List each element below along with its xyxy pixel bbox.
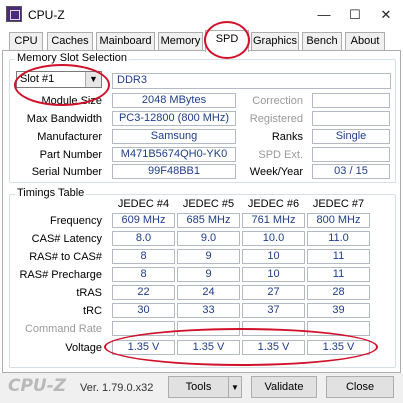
timings-cell [307, 321, 370, 336]
week-year-label: Week/Year [249, 166, 303, 178]
timings-cell: 33 [177, 303, 240, 318]
timings-cell: 800 MHz [307, 213, 370, 228]
manufacturer-value: Samsung [112, 129, 236, 144]
timings-cell: 11 [307, 267, 370, 282]
module-size-value: 2048 MBytes [112, 93, 236, 108]
tab-caches[interactable]: Caches [47, 32, 93, 51]
timings-cell: 11 [307, 249, 370, 264]
timings-cell: 8.0 [112, 231, 175, 246]
tab-graphics[interactable]: Graphics [251, 32, 299, 51]
timings-header-col: JEDEC #7 [312, 198, 365, 210]
timings-cell [177, 321, 240, 336]
memory-type-field: DDR3 [112, 73, 391, 89]
serial-number-label: Serial Number [31, 166, 102, 178]
timings-cell: 28 [307, 285, 370, 300]
tab-bar: CPU Caches Mainboard Memory SPD Graphics… [0, 30, 403, 52]
correction-value [312, 93, 390, 108]
timings-cell: 30 [112, 303, 175, 318]
max-bandwidth-value: PC3-12800 (800 MHz) [112, 111, 236, 126]
timings-cell: 24 [177, 285, 240, 300]
timings-row-label: RAS# to CAS# [29, 251, 102, 263]
part-number-label: Part Number [39, 149, 102, 161]
spd-ext-label: SPD Ext. [258, 149, 303, 161]
slot-select-value: Slot #1 [20, 73, 55, 85]
timings-row-label: RAS# Precharge [19, 269, 102, 281]
week-year-value: 03 / 15 [312, 164, 390, 179]
timings-header-col: JEDEC #4 [117, 198, 170, 210]
timings-cell: 609 MHz [112, 213, 175, 228]
tab-mainboard[interactable]: Mainboard [96, 32, 155, 51]
timings-header-col: JEDEC #5 [182, 198, 235, 210]
serial-number-value: 99F48BB1 [112, 164, 236, 179]
cpuz-brand-logo: CPU-Z [8, 376, 67, 396]
registered-label: Registered [249, 113, 303, 125]
window-title: CPU-Z [28, 8, 65, 22]
timings-row-label: tRC [83, 305, 102, 317]
timings-cell: 8 [112, 249, 175, 264]
tab-about[interactable]: About [345, 32, 385, 51]
spd-ext-value [312, 147, 390, 162]
timings-cell: 1.35 V [177, 340, 240, 355]
timings-table-title: Timings Table [15, 187, 87, 199]
timings-cell: 1.35 V [112, 340, 175, 355]
minimize-icon[interactable]: — [309, 6, 339, 24]
timings-cell [112, 321, 175, 336]
correction-label: Correction [252, 95, 303, 107]
timings-cell: 10.0 [242, 231, 305, 246]
timings-row-label: tRAS [76, 287, 102, 299]
timings-row-label: Command Rate [24, 323, 102, 335]
ranks-value: Single [312, 129, 390, 144]
timings-row-label: CAS# Latency [31, 233, 102, 245]
timings-cell: 22 [112, 285, 175, 300]
timings-cell: 8 [112, 267, 175, 282]
timings-cell: 10 [242, 249, 305, 264]
timings-cell: 685 MHz [177, 213, 240, 228]
version-label: Ver. 1.79.0.x32 [80, 382, 154, 394]
cpuz-app-icon [6, 6, 22, 22]
timings-cell: 9 [177, 249, 240, 264]
module-size-label: Module Size [41, 95, 102, 107]
tab-spd[interactable]: SPD [205, 30, 249, 52]
ranks-label: Ranks [271, 131, 303, 143]
tools-button[interactable]: Tools [168, 376, 228, 398]
timings-cell: 9.0 [177, 231, 240, 246]
manufacturer-label: Manufacturer [37, 131, 102, 143]
chevron-down-icon[interactable]: ▼ [85, 72, 101, 87]
close-icon[interactable]: ✕ [371, 6, 401, 24]
close-button[interactable]: Close [326, 376, 394, 398]
timings-cell: 37 [242, 303, 305, 318]
timings-row-label: Frequency [50, 215, 102, 227]
timings-cell: 11.0 [307, 231, 370, 246]
memory-slot-group-title: Memory Slot Selection [15, 52, 130, 64]
timings-cell: 9 [177, 267, 240, 282]
timings-cell: 1.35 V [242, 340, 305, 355]
timings-cell: 39 [307, 303, 370, 318]
timings-cell: 10 [242, 267, 305, 282]
maximize-icon[interactable]: ☐ [340, 6, 370, 24]
tab-cpu[interactable]: CPU [9, 32, 43, 51]
slot-select[interactable]: Slot #1 ▼ [16, 71, 102, 88]
part-number-value: M471B5674QH0-YK0 [112, 147, 236, 162]
timings-cell: 27 [242, 285, 305, 300]
tools-dropdown-icon[interactable]: ▼ [228, 376, 242, 398]
timings-cell: 1.35 V [307, 340, 370, 355]
validate-button[interactable]: Validate [251, 376, 317, 398]
timings-row-label: Voltage [65, 342, 102, 354]
timings-cell: 761 MHz [242, 213, 305, 228]
timings-header-col: JEDEC #6 [247, 198, 300, 210]
tab-bench[interactable]: Bench [302, 32, 342, 51]
max-bandwidth-label: Max Bandwidth [26, 113, 102, 125]
registered-value [312, 111, 390, 126]
tab-memory[interactable]: Memory [158, 32, 203, 51]
timings-cell [242, 321, 305, 336]
